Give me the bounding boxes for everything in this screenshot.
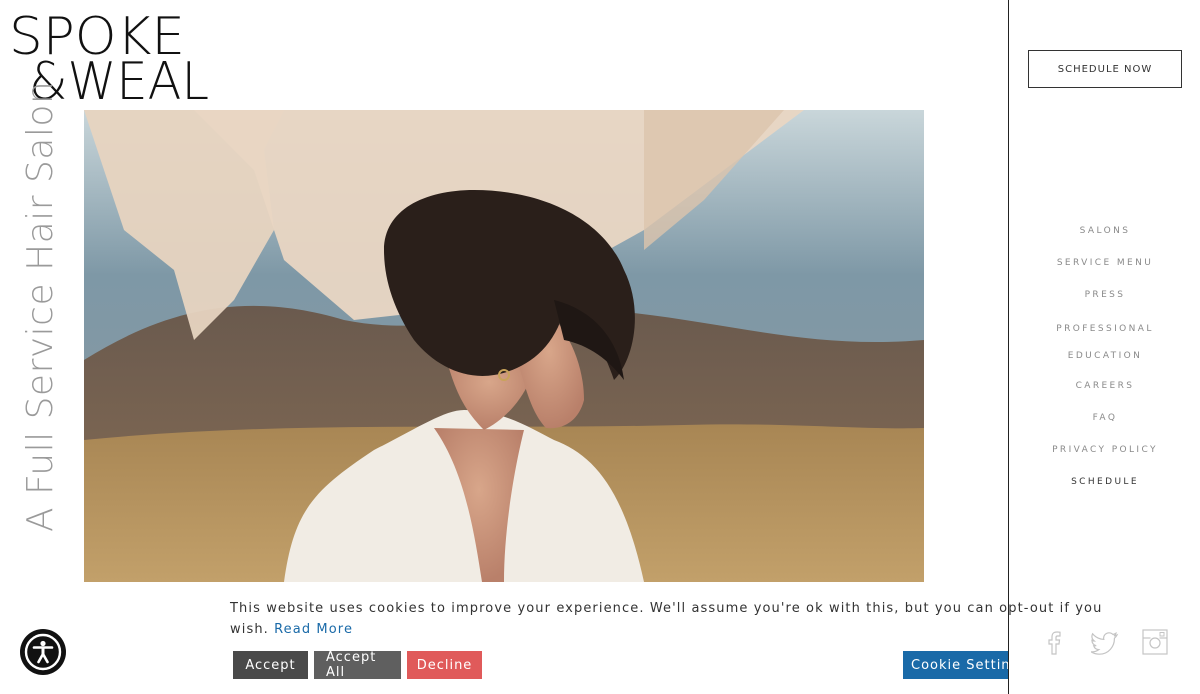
cookie-message-line-2: wish. — [230, 622, 269, 637]
nav-item-salons[interactable]: SALONS — [1028, 220, 1182, 252]
cookie-banner: This website uses cookies to improve you… — [215, 582, 1101, 694]
sidebar-nav: SALONS SERVICE MENU PRESS PROFESSIONAL E… — [1028, 220, 1182, 503]
cookie-accept-button[interactable]: Accept — [233, 651, 308, 679]
accessibility-icon — [24, 633, 62, 671]
instagram-icon[interactable] — [1140, 627, 1170, 657]
cookie-message-line-1: This website uses cookies to improve you… — [230, 601, 1103, 616]
nav-item-professional-education[interactable]: PROFESSIONAL EDUCATION — [1028, 316, 1182, 375]
hero-image — [84, 110, 924, 582]
social-links — [1040, 627, 1170, 657]
accessibility-button[interactable] — [20, 629, 66, 675]
nav-item-faq[interactable]: FAQ — [1028, 407, 1182, 439]
schedule-now-button[interactable]: SCHEDULE NOW — [1028, 50, 1182, 88]
cookie-accept-all-button[interactable]: Accept All — [314, 650, 401, 680]
cookie-settings-button[interactable]: Cookie Settings — [903, 651, 1008, 679]
nav-item-press[interactable]: PRESS — [1028, 284, 1182, 316]
nav-item-schedule[interactable]: SCHEDULE — [1028, 471, 1182, 503]
tagline: A Full Service Hair Salon — [20, 80, 61, 532]
facebook-icon[interactable] — [1040, 627, 1070, 657]
cookie-decline-button[interactable]: Decline — [407, 651, 482, 679]
twitter-icon[interactable] — [1090, 627, 1120, 657]
nav-item-careers[interactable]: CAREERS — [1028, 375, 1182, 407]
nav-item-privacy-policy[interactable]: PRIVACY POLICY — [1028, 439, 1182, 471]
read-more-link[interactable]: Read More — [274, 622, 353, 637]
nav-item-service-menu[interactable]: SERVICE MENU — [1028, 252, 1182, 284]
cookie-message: This website uses cookies to improve you… — [230, 598, 1101, 640]
cookie-message-line-2-wrap: wish. Read More — [230, 619, 1030, 640]
sidebar-divider — [1008, 0, 1009, 694]
